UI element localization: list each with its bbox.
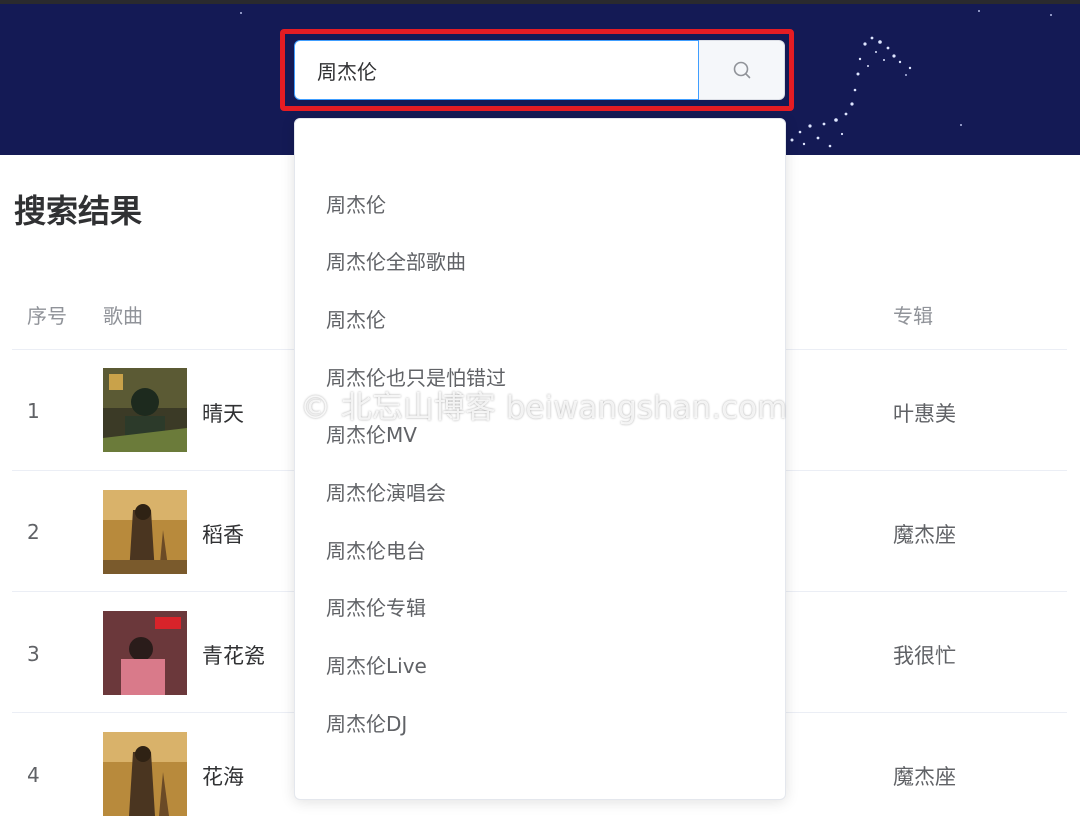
- page-title: 搜索结果: [14, 192, 143, 230]
- star-decoration: [960, 124, 962, 126]
- suggestion-item[interactable]: 周杰伦: [326, 304, 386, 333]
- suggestion-item[interactable]: 周杰伦专辑: [326, 592, 426, 621]
- album-cover: [103, 490, 187, 574]
- search-suggestions-dropdown: 周杰伦 周杰伦全部歌曲 周杰伦 周杰伦也只是怕错过 周杰伦MV 周杰伦演唱会 周…: [294, 118, 786, 800]
- song-title[interactable]: 晴天: [202, 398, 244, 428]
- album-name[interactable]: 魔杰座: [893, 761, 956, 791]
- star-decoration: [1050, 14, 1052, 16]
- suggestion-item[interactable]: 周杰伦全部歌曲: [326, 246, 466, 275]
- album-cover: [103, 732, 187, 816]
- album-cover: [103, 611, 187, 695]
- star-decoration: [978, 10, 980, 12]
- suggestion-item[interactable]: 周杰伦: [326, 189, 386, 218]
- album-cover: [103, 368, 187, 452]
- column-header-index: 序号: [27, 304, 67, 328]
- search-input[interactable]: [294, 40, 699, 100]
- row-index: 2: [27, 520, 40, 544]
- album-name[interactable]: 魔杰座: [893, 519, 956, 549]
- row-index: 1: [27, 399, 40, 423]
- song-title[interactable]: 稻香: [202, 519, 244, 549]
- suggestion-item[interactable]: 周杰伦电台: [326, 535, 426, 564]
- suggestion-item[interactable]: 周杰伦MV: [326, 419, 417, 448]
- column-header-song: 歌曲: [103, 304, 143, 328]
- search-icon: [733, 61, 750, 79]
- column-header-album: 专辑: [893, 304, 933, 328]
- star-decoration: [240, 12, 242, 14]
- album-name[interactable]: 叶惠美: [893, 398, 956, 428]
- suggestion-item[interactable]: 周杰伦Live: [326, 650, 427, 679]
- row-index: 3: [27, 642, 40, 666]
- song-title[interactable]: 花海: [202, 761, 244, 791]
- row-index: 4: [27, 763, 40, 787]
- song-title[interactable]: 青花瓷: [202, 640, 265, 670]
- suggestion-item[interactable]: 周杰伦DJ: [326, 708, 407, 737]
- search-button[interactable]: [699, 40, 785, 100]
- album-name[interactable]: 我很忙: [893, 640, 956, 670]
- suggestion-item[interactable]: 周杰伦演唱会: [326, 477, 446, 506]
- suggestion-item[interactable]: 周杰伦也只是怕错过: [326, 362, 506, 391]
